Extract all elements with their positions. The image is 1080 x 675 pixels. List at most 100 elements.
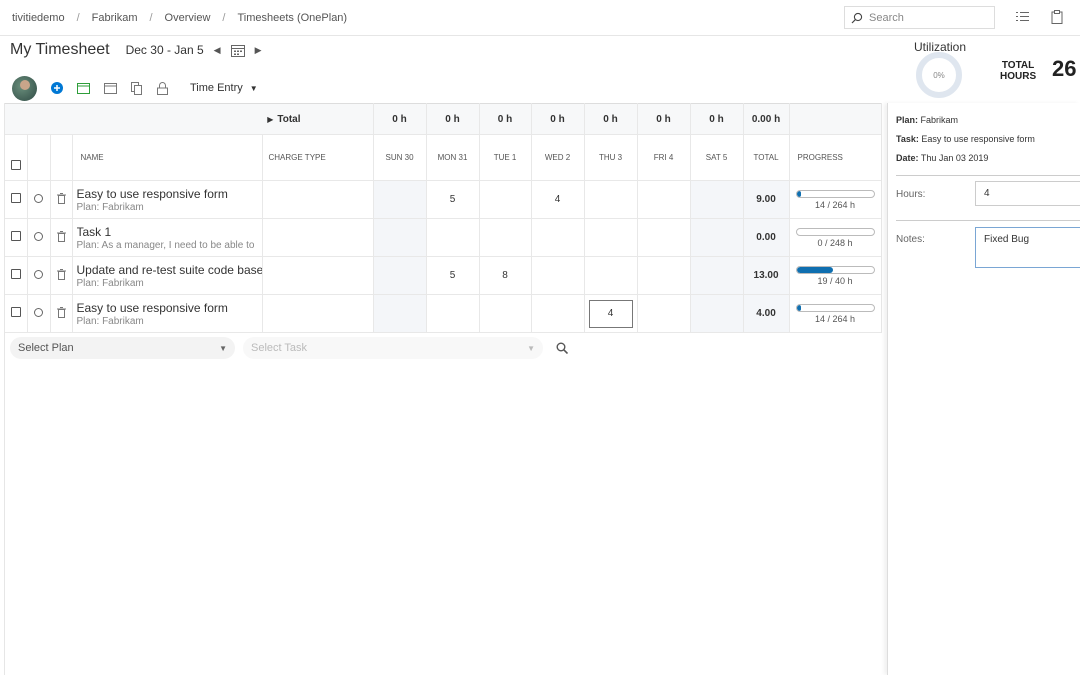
column-thu[interactable]: THU 3: [584, 134, 638, 181]
calendar-check-icon[interactable]: [77, 82, 90, 94]
add-icon[interactable]: [51, 82, 63, 94]
column-fri[interactable]: FRI 4: [637, 134, 691, 181]
hours-cell-fri[interactable]: [637, 294, 691, 333]
trash-icon[interactable]: [56, 230, 66, 245]
hours-cell-mon[interactable]: 5: [426, 256, 480, 295]
column-wed[interactable]: WED 2: [531, 134, 585, 181]
row-checkbox[interactable]: [10, 269, 21, 279]
notes-field[interactable]: Fixed Bug: [975, 227, 1080, 268]
hours-cell-sun[interactable]: [373, 180, 427, 219]
calendar-icon[interactable]: [230, 44, 245, 57]
hours-cell-thu[interactable]: [584, 180, 638, 219]
select-task-dropdown[interactable]: Select Task ▼: [243, 337, 543, 359]
total-hours-label-line2: HOURS: [1000, 71, 1037, 82]
hours-cell-sun[interactable]: [373, 256, 427, 295]
hours-cell-fri[interactable]: [637, 218, 691, 257]
hours-cell-tue[interactable]: 8: [479, 256, 532, 295]
table-row[interactable]: Task 1 Plan: As a manager, I need to be a…: [5, 218, 882, 257]
clipboard-icon[interactable]: [1051, 10, 1063, 24]
table-row[interactable]: Easy to use responsive form Plan: Fabrika…: [5, 180, 882, 219]
utilization-percent: 0%: [933, 70, 945, 80]
task-title[interactable]: Easy to use responsive form: [77, 301, 262, 315]
column-name[interactable]: NAME: [72, 134, 263, 181]
column-sat[interactable]: SAT 5: [690, 134, 744, 181]
copy-icon[interactable]: [131, 81, 143, 95]
window-icon[interactable]: [104, 82, 117, 94]
hours-cell-sat[interactable]: [690, 218, 744, 257]
breadcrumb-project[interactable]: Fabrikam: [92, 12, 138, 24]
breadcrumb-separator: /: [149, 11, 153, 24]
table-row[interactable]: Update and re-test suite code base Plan: …: [5, 256, 882, 295]
column-sun[interactable]: SUN 30: [373, 134, 427, 181]
lock-icon[interactable]: [157, 81, 168, 95]
progress-bar: [795, 265, 875, 274]
hours-cell-tue[interactable]: [479, 218, 532, 257]
hours-cell-fri[interactable]: [637, 256, 691, 295]
status-circle-icon[interactable]: [34, 307, 43, 317]
task-title[interactable]: Task 1: [77, 225, 262, 239]
hours-cell-wed[interactable]: 4: [531, 180, 585, 219]
hours-cell-sun[interactable]: [373, 294, 427, 333]
hours-cell-tue[interactable]: [479, 294, 532, 333]
previous-week-icon[interactable]: ◀: [214, 45, 221, 56]
chevron-down-icon: ▼: [249, 83, 258, 93]
hours-cell-tue[interactable]: [479, 180, 532, 219]
column-mon[interactable]: MON 31: [426, 134, 480, 181]
hours-cell-wed[interactable]: [531, 218, 585, 257]
charge-type-cell[interactable]: [262, 218, 374, 257]
progress-fill: [796, 304, 801, 311]
status-circle-icon[interactable]: [34, 193, 43, 203]
charge-type-cell[interactable]: [262, 294, 374, 333]
row-checkbox[interactable]: [10, 231, 21, 241]
detail-plan-value: Fabrikam: [920, 115, 959, 125]
hours-cell-thu-active[interactable]: 4: [584, 294, 638, 333]
status-circle-icon[interactable]: [34, 269, 43, 279]
header-blank: [50, 134, 73, 181]
hours-cell-mon[interactable]: [426, 294, 480, 333]
avatar[interactable]: [12, 75, 37, 101]
breadcrumb-overview[interactable]: Overview: [165, 12, 211, 24]
trash-icon[interactable]: [56, 306, 66, 321]
hours-cell-sat[interactable]: [690, 180, 744, 219]
table-row[interactable]: Easy to use responsive form Plan: Fabrika…: [5, 294, 882, 333]
hours-cell-sun[interactable]: [373, 218, 427, 257]
column-charge-type[interactable]: CHARGE TYPE: [262, 134, 374, 181]
hours-cell-mon[interactable]: 5: [426, 180, 480, 219]
task-plan: Plan: Fabrikam: [76, 277, 144, 289]
progress-bar: [795, 227, 875, 236]
hours-cell-sat[interactable]: [690, 256, 744, 295]
expand-totals-icon[interactable]: ▶: [267, 115, 273, 124]
select-all-checkbox[interactable]: [10, 160, 21, 170]
column-tue[interactable]: TUE 1: [479, 134, 532, 181]
charge-type-cell[interactable]: [262, 180, 374, 219]
hours-cell-thu[interactable]: [584, 256, 638, 295]
task-title[interactable]: Update and re-test suite code base: [77, 263, 262, 277]
hours-cell-wed[interactable]: [531, 256, 585, 295]
total-wed: 0 h: [531, 103, 585, 135]
trash-icon[interactable]: [56, 268, 66, 283]
breadcrumb-org[interactable]: tivitiedemo: [12, 12, 65, 24]
search-icon[interactable]: [556, 342, 568, 354]
progress-bar: [795, 189, 875, 198]
trash-icon[interactable]: [56, 192, 66, 207]
next-week-icon[interactable]: ▶: [255, 45, 262, 56]
row-checkbox[interactable]: [10, 193, 21, 203]
list-icon[interactable]: [1016, 10, 1029, 23]
detail-date-label: Date:: [896, 153, 919, 163]
hours-field[interactable]: 4: [975, 181, 1080, 206]
breadcrumb-timesheets[interactable]: Timesheets (OnePlan): [237, 12, 347, 24]
hours-cell-thu[interactable]: [584, 218, 638, 257]
task-title[interactable]: Easy to use responsive form: [77, 187, 262, 201]
hours-cell-wed[interactable]: [531, 294, 585, 333]
row-checkbox[interactable]: [10, 307, 21, 317]
status-circle-icon[interactable]: [34, 231, 43, 241]
hours-input[interactable]: 4: [588, 299, 633, 328]
breadcrumb-separator: /: [76, 11, 80, 24]
search-box[interactable]: Search: [844, 6, 995, 29]
hours-cell-mon[interactable]: [426, 218, 480, 257]
time-entry-dropdown[interactable]: Time Entry ▼: [190, 82, 258, 94]
select-plan-dropdown[interactable]: Select Plan ▼: [10, 337, 235, 359]
charge-type-cell[interactable]: [262, 256, 374, 295]
hours-cell-fri[interactable]: [637, 180, 691, 219]
hours-cell-sat[interactable]: [690, 294, 744, 333]
